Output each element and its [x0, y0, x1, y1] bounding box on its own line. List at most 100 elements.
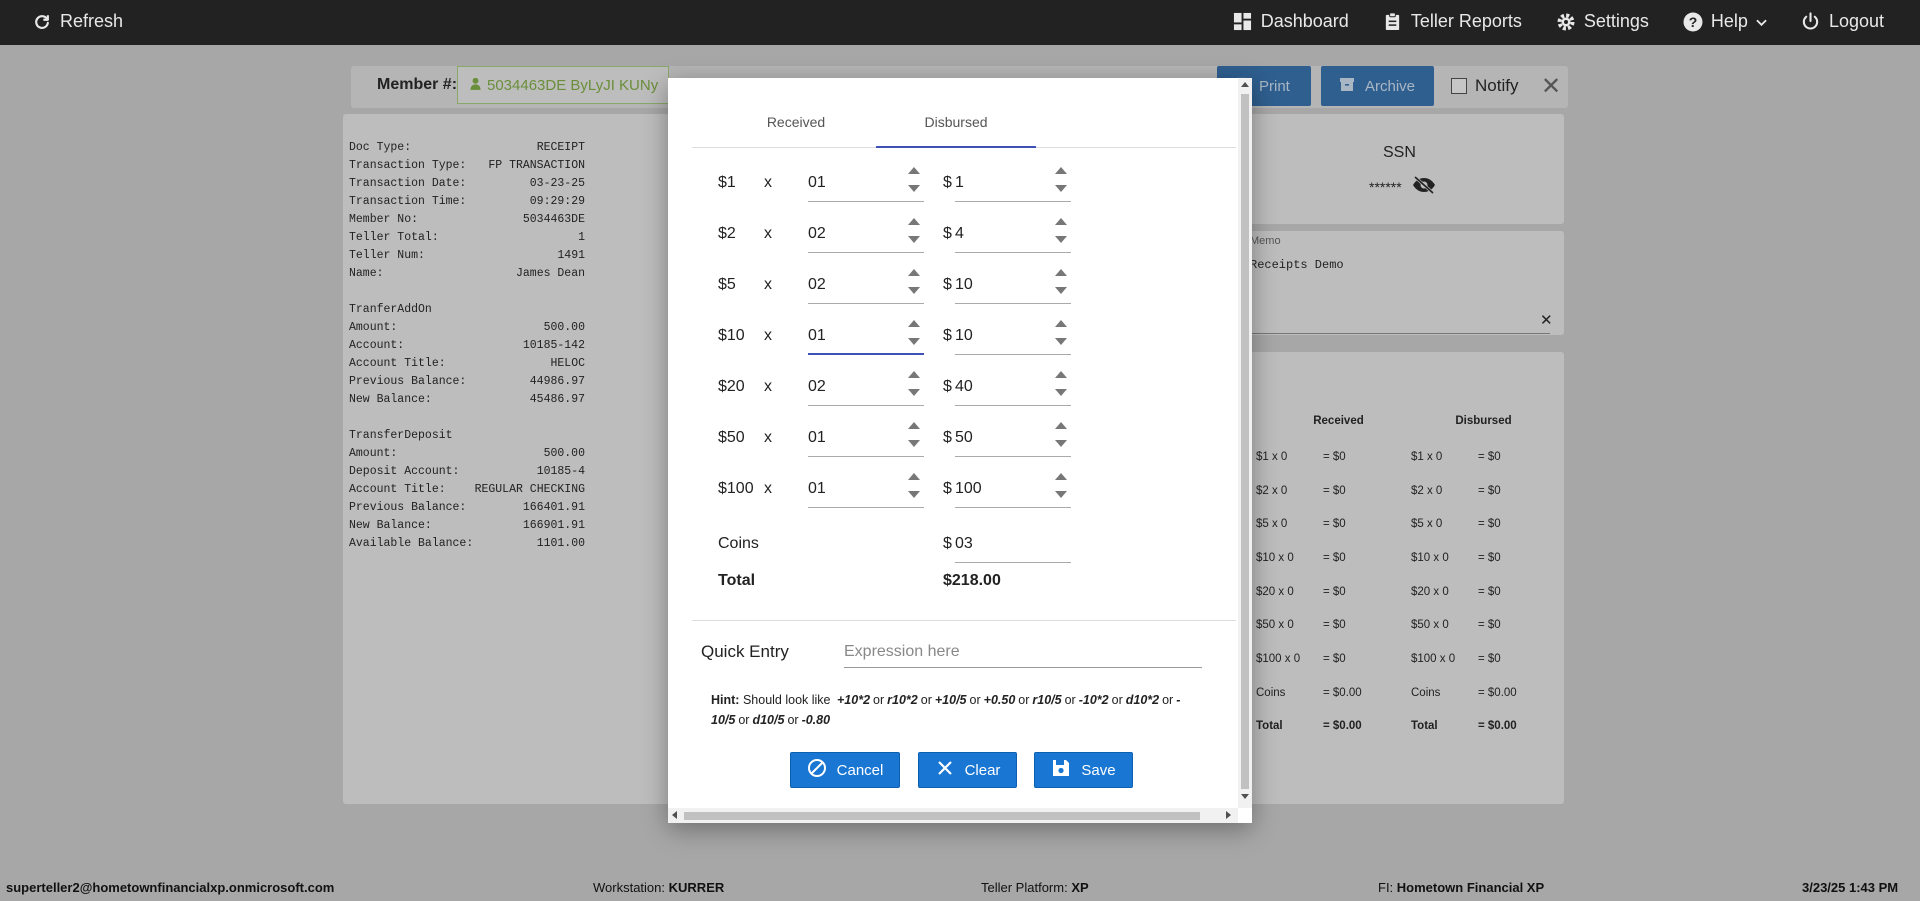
tab-disbursed[interactable]: Disbursed — [876, 104, 1036, 148]
scroll-left-arrow-icon[interactable] — [672, 811, 677, 819]
amount-stepper[interactable]: 100 — [955, 470, 1071, 508]
amount-currency: $ — [943, 225, 952, 242]
scroll-down-arrow-icon[interactable] — [1241, 794, 1249, 799]
decrement-arrow-icon[interactable] — [1055, 236, 1067, 243]
receipt-field-value: 03-23-25 — [529, 177, 585, 190]
increment-arrow-icon[interactable] — [1055, 218, 1067, 225]
decrement-arrow-icon[interactable] — [908, 287, 920, 294]
amount-spinner[interactable] — [1055, 470, 1067, 508]
vertical-scroll-thumb[interactable] — [1241, 94, 1249, 789]
quantity-stepper[interactable]: 01 — [808, 317, 924, 355]
scroll-up-arrow-icon[interactable] — [1241, 82, 1249, 87]
amount-spinner[interactable] — [1055, 368, 1067, 406]
increment-arrow-icon[interactable] — [908, 473, 920, 480]
save-button[interactable]: Save — [1034, 752, 1133, 788]
nav-help[interactable]: ? Help — [1683, 11, 1767, 32]
decrement-arrow-icon[interactable] — [1055, 338, 1067, 345]
cash-count-cell: = $0 — [1323, 450, 1346, 463]
close-icon[interactable]: ✕ — [1541, 72, 1561, 101]
amount-stepper[interactable]: 40 — [955, 368, 1071, 406]
nav-logout[interactable]: Logout — [1801, 11, 1884, 32]
amount-spinner[interactable] — [1055, 215, 1067, 253]
quantity-stepper[interactable]: 01 — [808, 419, 924, 457]
receipt-field-label: Doc Type: — [349, 141, 412, 154]
amount-stepper[interactable]: 10 — [955, 266, 1071, 304]
quantity-spinner[interactable] — [908, 470, 920, 508]
scroll-right-arrow-icon[interactable] — [1226, 811, 1231, 819]
footer-fi: FI: Hometown Financial XP — [1378, 880, 1544, 895]
memo-text[interactable]: Receipts Demo — [1250, 258, 1344, 272]
refresh-button[interactable]: Refresh — [32, 11, 123, 32]
increment-arrow-icon[interactable] — [908, 422, 920, 429]
amount-stepper[interactable]: 1 — [955, 164, 1071, 202]
horizontal-scrollbar[interactable] — [668, 808, 1238, 823]
decrement-arrow-icon[interactable] — [908, 185, 920, 192]
nav-dashboard[interactable]: Dashboard — [1233, 11, 1349, 32]
decrement-arrow-icon[interactable] — [1055, 389, 1067, 396]
cash-count-row: $10 x 0 = $0 $10 x 0 = $0 — [1256, 541, 1556, 575]
archive-button[interactable]: Archive — [1321, 66, 1434, 106]
notify-checkbox[interactable]: Notify — [1451, 76, 1518, 96]
increment-arrow-icon[interactable] — [1055, 473, 1067, 480]
receipt-row: Name: James Dean — [349, 265, 585, 283]
quantity-stepper[interactable]: 02 — [808, 368, 924, 406]
quantity-spinner[interactable] — [908, 215, 920, 253]
increment-arrow-icon[interactable] — [908, 269, 920, 276]
increment-arrow-icon[interactable] — [1055, 269, 1067, 276]
clipboard-icon — [1383, 12, 1403, 32]
quantity-spinner[interactable] — [908, 419, 920, 457]
amount-stepper[interactable]: 4 — [955, 215, 1071, 253]
member-number-field[interactable]: 5034463DE ByLyJI KUNy — [457, 66, 669, 104]
increment-arrow-icon[interactable] — [908, 167, 920, 174]
horizontal-scroll-thumb[interactable] — [684, 812, 1200, 820]
quantity-stepper[interactable]: 01 — [808, 164, 924, 202]
amount-spinner[interactable] — [1055, 419, 1067, 457]
amount-spinner[interactable] — [1055, 317, 1067, 355]
receipt-field-value: 5034463DE — [522, 213, 585, 226]
nav-settings[interactable]: Settings — [1556, 11, 1649, 32]
hint-example: d10*2 — [1125, 693, 1160, 707]
increment-arrow-icon[interactable] — [1055, 422, 1067, 429]
cash-count-row: $50 x 0 = $0 $50 x 0 = $0 — [1256, 608, 1556, 642]
divider — [692, 620, 1236, 621]
clear-memo-icon[interactable]: ✕ — [1540, 311, 1553, 329]
quick-entry-input[interactable] — [844, 636, 1202, 668]
increment-arrow-icon[interactable] — [1055, 167, 1067, 174]
increment-arrow-icon[interactable] — [908, 371, 920, 378]
decrement-arrow-icon[interactable] — [908, 491, 920, 498]
decrement-arrow-icon[interactable] — [1055, 491, 1067, 498]
quantity-stepper[interactable]: 01 — [808, 470, 924, 508]
tab-received[interactable]: Received — [716, 104, 876, 148]
quantity-stepper[interactable]: 02 — [808, 266, 924, 304]
nav-teller-reports[interactable]: Teller Reports — [1383, 11, 1522, 32]
cancel-button[interactable]: Cancel — [790, 752, 900, 788]
decrement-arrow-icon[interactable] — [1055, 185, 1067, 192]
amount-spinner[interactable] — [1055, 164, 1067, 202]
quantity-spinner[interactable] — [908, 368, 920, 406]
clear-button[interactable]: Clear — [918, 752, 1017, 788]
quantity-spinner[interactable] — [908, 266, 920, 304]
cash-count-row: Coins = $0.00 Coins = $0.00 — [1256, 676, 1556, 710]
increment-arrow-icon[interactable] — [1055, 320, 1067, 327]
quantity-stepper[interactable]: 02 — [808, 215, 924, 253]
increment-arrow-icon[interactable] — [908, 218, 920, 225]
amount-stepper[interactable]: 10 — [955, 317, 1071, 355]
quantity-spinner[interactable] — [908, 317, 920, 355]
decrement-arrow-icon[interactable] — [908, 440, 920, 447]
amount-stepper[interactable]: 50 — [955, 419, 1071, 457]
x-icon — [935, 758, 955, 782]
notify-checkbox-box[interactable] — [1451, 78, 1467, 94]
decrement-arrow-icon[interactable] — [908, 389, 920, 396]
coins-amount-field[interactable]: 03 — [955, 525, 1071, 563]
decrement-arrow-icon[interactable] — [908, 236, 920, 243]
decrement-arrow-icon[interactable] — [1055, 287, 1067, 294]
decrement-arrow-icon[interactable] — [908, 338, 920, 345]
increment-arrow-icon[interactable] — [1055, 371, 1067, 378]
decrement-arrow-icon[interactable] — [1055, 440, 1067, 447]
increment-arrow-icon[interactable] — [908, 320, 920, 327]
eye-off-icon[interactable] — [1412, 175, 1436, 197]
vertical-scrollbar[interactable] — [1238, 78, 1252, 808]
receipt-field-value: RECEIPT — [536, 141, 585, 154]
amount-spinner[interactable] — [1055, 266, 1067, 304]
quantity-spinner[interactable] — [908, 164, 920, 202]
